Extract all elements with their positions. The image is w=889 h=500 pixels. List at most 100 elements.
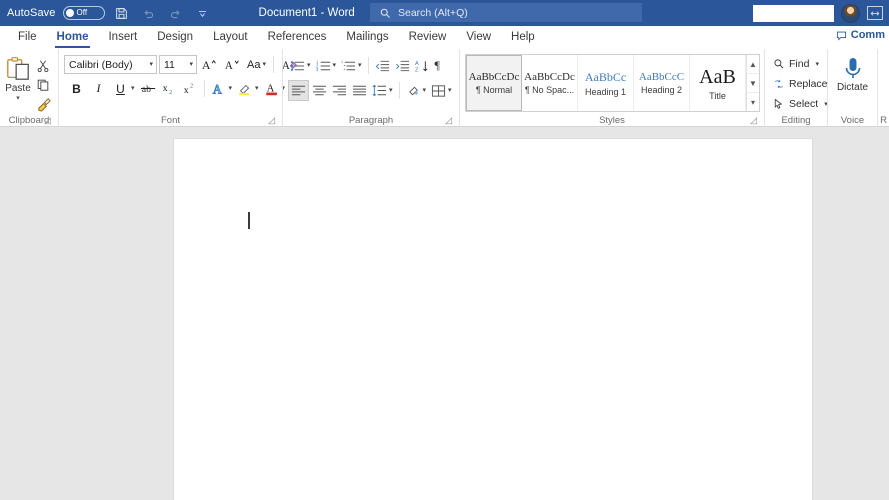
grow-font-button[interactable]: A [199, 54, 220, 75]
find-button[interactable]: Find ▾ [770, 54, 822, 74]
scroll-up-icon[interactable]: ▲ [747, 55, 759, 74]
text-highlight-color-button[interactable]: ▾ [235, 78, 261, 99]
borders-button[interactable]: ▾ [429, 80, 454, 101]
replace-label: Replace [789, 78, 828, 90]
tab-layout[interactable]: Layout [203, 26, 258, 49]
chevron-down-icon[interactable]: ▾ [358, 62, 362, 69]
underline-button[interactable]: U ▾ [110, 78, 137, 99]
multilevel-list-button[interactable]: 1 ▾ [339, 55, 364, 76]
search-input[interactable]: Search (Alt+Q) [370, 3, 642, 22]
format-painter-button[interactable] [33, 95, 53, 113]
ribbon-group-styles: AaBbCcDc ¶ Normal AaBbCcDc ¶ No Spac... … [459, 49, 764, 127]
increase-indent-button[interactable] [393, 55, 412, 76]
superscript-button[interactable]: x 2 [180, 78, 200, 99]
undo-icon[interactable] [139, 3, 159, 23]
styles-scrollbar: ▲ ▼ ▾ [746, 55, 759, 111]
subscript-button[interactable]: x 2 [159, 78, 179, 99]
tab-home[interactable]: Home [47, 26, 99, 49]
paragraph-row1-divider [367, 57, 369, 74]
chevron-down-icon[interactable]: ▾ [16, 95, 20, 102]
align-right-button[interactable] [330, 80, 349, 101]
style-item-no-spacing[interactable]: AaBbCcDc ¶ No Spac... [522, 55, 578, 111]
dictate-button[interactable]: Dictate [833, 52, 872, 93]
document-page[interactable] [174, 139, 812, 500]
style-preview: AaBbCc [584, 69, 627, 84]
tab-view[interactable]: View [456, 26, 501, 49]
tab-insert[interactable]: Insert [98, 26, 147, 49]
tab-design[interactable]: Design [147, 26, 203, 49]
tab-mailings[interactable]: Mailings [336, 26, 398, 49]
chevron-down-icon[interactable]: ▾ [255, 85, 259, 92]
bullet-list-button[interactable]: ▾ [288, 55, 313, 76]
chevron-down-icon[interactable]: ▾ [189, 61, 193, 68]
align-center-button[interactable] [310, 80, 329, 101]
redo-icon[interactable] [166, 3, 186, 23]
tab-help[interactable]: Help [501, 26, 545, 49]
svg-text:2: 2 [169, 89, 172, 96]
text-effects-button[interactable]: A ▾ [209, 78, 235, 99]
shrink-font-button[interactable]: A [222, 54, 243, 75]
tab-file[interactable]: File [8, 26, 47, 49]
styles-dialog-launcher[interactable]: ◿ [750, 115, 757, 126]
style-item-normal[interactable]: AaBbCcDc ¶ Normal [466, 55, 522, 111]
select-cursor-icon [773, 98, 785, 110]
style-preview: AaB [699, 65, 736, 88]
justify-button[interactable] [350, 80, 369, 101]
style-name: Title [709, 90, 726, 101]
style-item-title[interactable]: AaB Title [690, 55, 746, 111]
change-case-button[interactable]: Aa ▾ [245, 54, 268, 75]
svg-text:ab: ab [141, 84, 150, 95]
chevron-down-icon[interactable]: ▾ [389, 87, 393, 94]
font-dialog-launcher[interactable]: ◿ [268, 115, 275, 126]
select-button[interactable]: Select ▾ [770, 94, 831, 114]
ribbon-group-editing: Find ▾ Replace Select ▾ Editing [764, 49, 828, 127]
cut-button[interactable] [33, 57, 53, 75]
line-spacing-button[interactable]: ▾ [370, 80, 395, 101]
align-left-button[interactable] [288, 80, 309, 101]
numbered-list-button[interactable]: 1 2 3 ▾ [314, 55, 339, 76]
styles-group-label-row: Styles ◿ [465, 113, 759, 127]
sort-button[interactable]: A Z [413, 55, 432, 76]
chevron-down-icon[interactable]: ▾ [149, 61, 153, 68]
strikethrough-button[interactable]: ab [138, 78, 158, 99]
scroll-down-icon[interactable]: ▼ [747, 74, 759, 93]
replace-button[interactable]: Replace [770, 74, 831, 94]
more-styles-icon[interactable]: ▾ [747, 93, 759, 111]
ribbon: Paste ▾ Clipboard ◿ Calibri (Body) ▾ 11 … [0, 49, 889, 127]
comments-button[interactable]: Comm [836, 29, 889, 41]
chevron-down-icon[interactable]: ▾ [229, 85, 233, 92]
decrease-indent-button[interactable] [373, 55, 392, 76]
chevron-down-icon[interactable]: ▾ [131, 85, 135, 92]
ribbon-group-clipboard: Paste ▾ Clipboard ◿ [0, 49, 58, 127]
chevron-down-icon[interactable]: ▾ [448, 87, 452, 94]
title-bar-white-slot [753, 4, 834, 22]
document-canvas [0, 127, 889, 500]
tab-references[interactable]: References [258, 26, 337, 49]
paragraph-dialog-launcher[interactable]: ◿ [445, 115, 452, 126]
copy-button[interactable] [33, 76, 53, 94]
font-size-combobox[interactable]: 11 ▾ [159, 55, 197, 74]
style-name: ¶ No Spac... [524, 85, 575, 95]
shading-button[interactable]: ▾ [404, 80, 429, 101]
bold-button[interactable]: B [66, 78, 87, 99]
paste-button[interactable]: Paste ▾ [5, 54, 31, 102]
user-avatar[interactable] [841, 3, 860, 23]
autosave-toggle[interactable]: Off [62, 6, 105, 20]
show-formatting-marks-button[interactable]: ¶ [433, 55, 442, 76]
ribbon-display-options-icon[interactable] [867, 6, 883, 20]
chevron-down-icon[interactable]: ▾ [262, 61, 266, 68]
chevron-down-icon[interactable]: ▾ [423, 87, 427, 94]
font-name-combobox[interactable]: Calibri (Body) ▾ [64, 55, 157, 74]
chevron-down-icon[interactable]: ▾ [333, 62, 337, 69]
clipboard-dialog-launcher[interactable]: ◿ [44, 115, 51, 126]
style-item-heading-2[interactable]: AaBbCcC Heading 2 [634, 55, 690, 111]
customize-quick-access-toolbar-icon[interactable] [193, 3, 213, 23]
chevron-down-icon[interactable]: ▾ [307, 62, 311, 69]
italic-button[interactable]: I [88, 78, 109, 99]
chevron-down-icon[interactable]: ▾ [815, 61, 819, 68]
svg-text:Z: Z [415, 67, 419, 72]
tab-review[interactable]: Review [399, 26, 457, 49]
save-icon[interactable] [112, 3, 132, 23]
ribbon-group-font: Calibri (Body) ▾ 11 ▾ A A Aa ▾ A B I U ▾… [58, 49, 297, 127]
style-item-heading-1[interactable]: AaBbCc Heading 1 [578, 55, 634, 111]
